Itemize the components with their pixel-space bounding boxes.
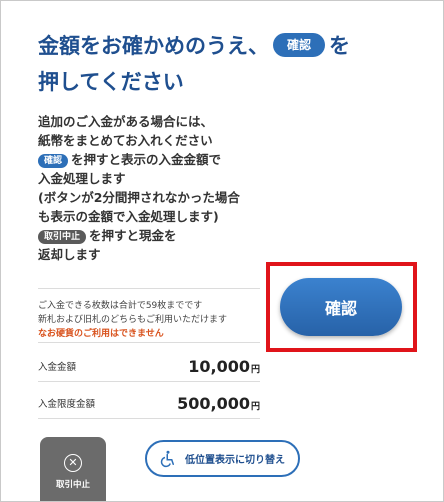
instruction-line: 入金処理します: [38, 171, 126, 186]
instruction-line: (ボタンが2分間押されなかった場合: [38, 190, 240, 205]
note-line: ご入金できる枚数は合計で59枚までです: [38, 301, 203, 311]
cancel-transaction-button[interactable]: ✕ 取引中止: [40, 437, 106, 501]
divider: [38, 342, 260, 343]
instruction-line: 追加のご入金がある場合には、: [38, 114, 214, 129]
instruction-line: 紙幣をまとめてお入れください: [38, 133, 213, 148]
instruction-line: も表示の金額で入金処理します): [38, 209, 219, 224]
title-confirm-chip: 確認: [273, 33, 326, 57]
instruction-line: 確認 を押すと表示の入金金額で: [38, 150, 268, 169]
divider: [38, 418, 260, 419]
divider: [38, 288, 260, 289]
currency-unit: 円: [250, 401, 260, 412]
currency-unit: 円: [250, 364, 260, 375]
deposit-amount-label: 入金金額: [38, 362, 77, 373]
instruction-text: を押すと現金を: [89, 228, 177, 243]
deposit-limit-row: 入金限度金額 500,000円: [38, 388, 260, 418]
deposit-amount: 10,000円: [188, 357, 260, 376]
low-position-toggle-button[interactable]: 低位置表示に切り替え: [145, 440, 300, 477]
title-text-1: 金額をお確かめのうえ、: [38, 34, 269, 58]
inline-cancel-chip: 取引中止: [38, 230, 87, 244]
title-text-2: を: [329, 34, 351, 58]
instruction-line: 返却します: [38, 247, 101, 262]
confirm-button[interactable]: 確認: [280, 278, 402, 336]
title-text-3: 押してください: [38, 70, 184, 94]
instruction-text: を押すと表示の入金金額で: [71, 152, 222, 167]
wheelchair-icon: [160, 450, 174, 467]
low-position-label: 低位置表示に切り替え: [185, 455, 285, 466]
deposit-amount-row: 入金金額 10,000円: [38, 351, 260, 381]
instruction-line: 取引中止 を押すと現金を: [38, 226, 268, 245]
deposit-limit: 500,000円: [177, 394, 260, 413]
cancel-button-label: 取引中止: [55, 480, 90, 490]
close-circle-icon: ✕: [64, 454, 82, 472]
deposit-limit-value: 500,000: [177, 393, 250, 413]
page-title: 金額をお確かめのうえ、 確認を 押してください: [38, 28, 418, 100]
inline-confirm-chip: 確認: [38, 154, 69, 168]
note-line: 新札および旧札のどちらもご利用いただけます: [38, 315, 228, 325]
coin-warning: なお硬貨のご利用はできません: [38, 329, 164, 339]
instructions: 追加のご入金がある場合には、 紙幣をまとめてお入れください 確認 を押すと表示の入…: [38, 112, 268, 264]
deposit-note: ご入金できる枚数は合計で59枚までです 新札および旧札のどちらもご利用いただけま…: [38, 299, 278, 341]
deposit-amount-value: 10,000: [188, 356, 250, 376]
divider: [38, 381, 260, 382]
deposit-limit-label: 入金限度金額: [38, 399, 96, 410]
